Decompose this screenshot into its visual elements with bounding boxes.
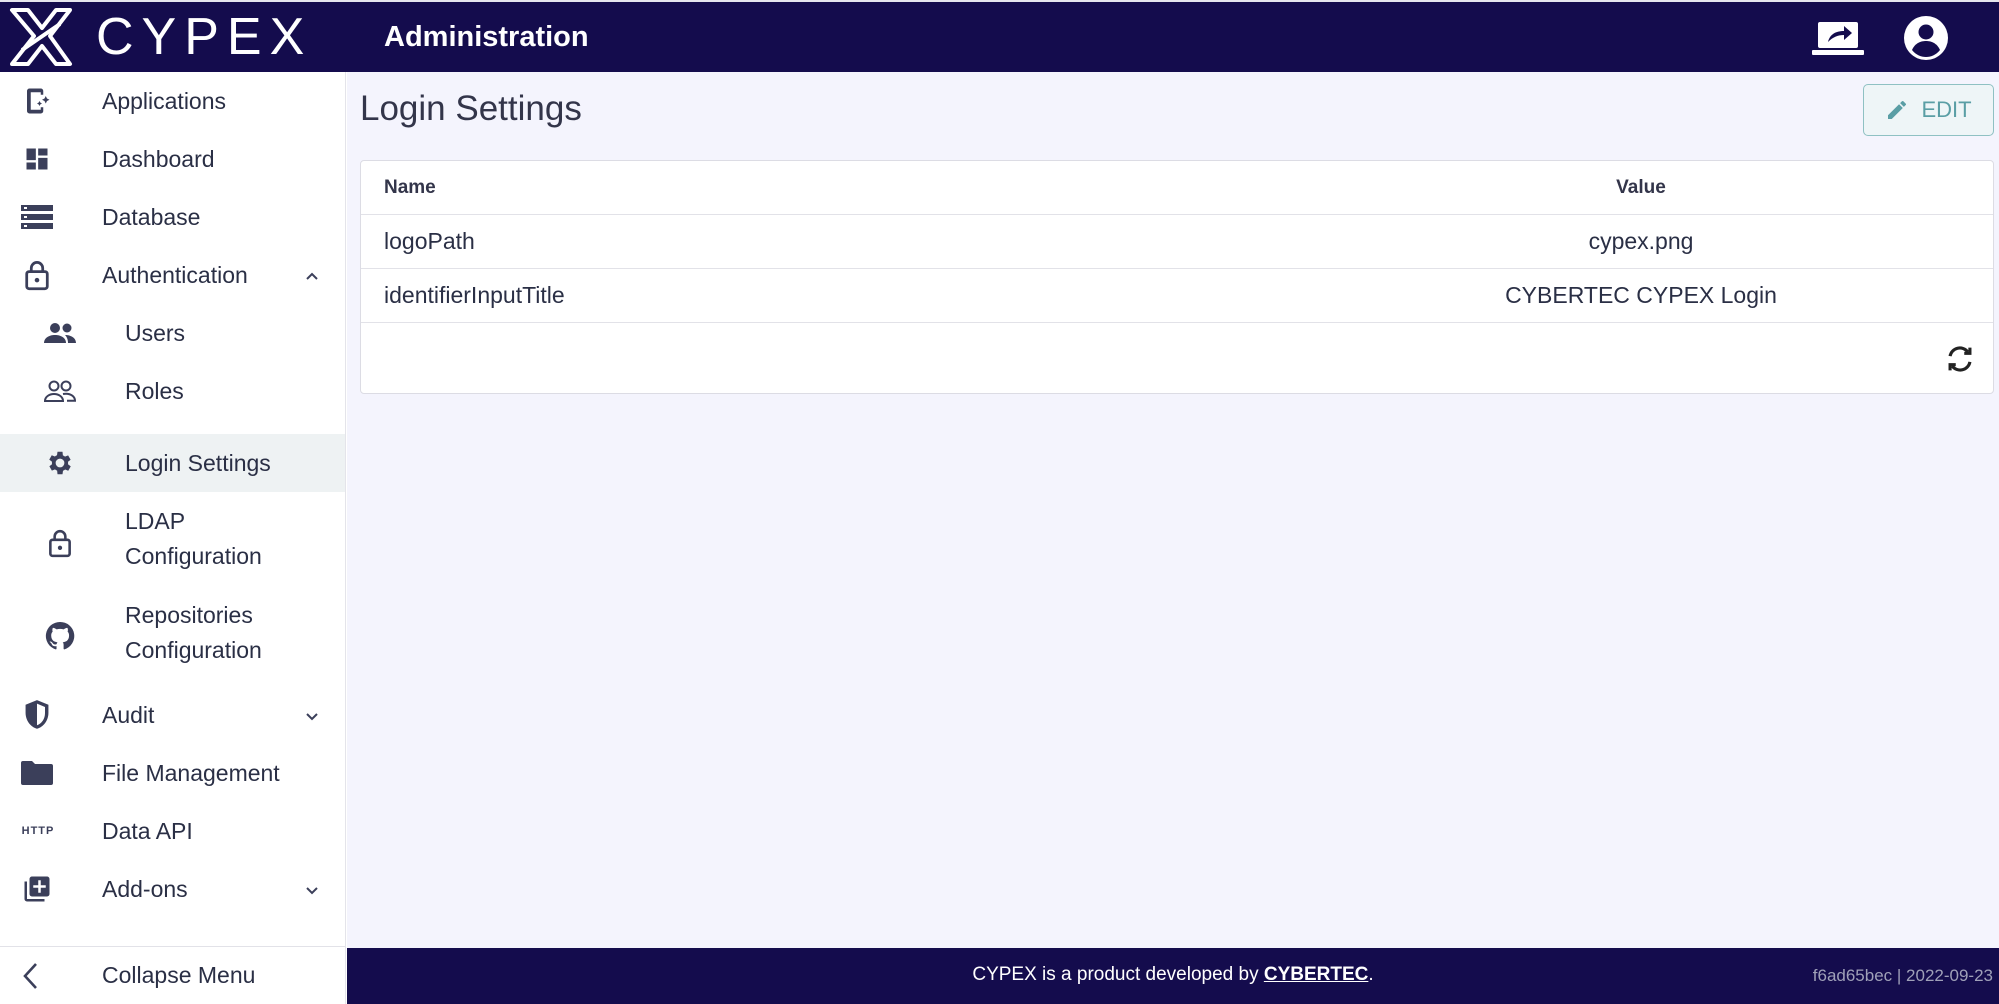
sidebar-item-label: Add-ons: [102, 876, 188, 902]
header-title: Administration: [384, 20, 589, 53]
sidebar-item-repositories-configuration[interactable]: Repositories Configuration: [0, 592, 345, 680]
pencil-icon: [1888, 100, 1907, 119]
edit-button[interactable]: EDIT: [1863, 84, 1994, 136]
table-row[interactable]: identifierInputTitle CYBERTEC CYPEX Logi…: [361, 269, 1993, 323]
cell-value: cypex.png: [1588, 228, 1694, 254]
settings-table: Name Value logoPath cypex.png identifier…: [360, 160, 1994, 394]
sidebar-divider: [0, 946, 345, 947]
sidebar-item-label-line1: LDAP: [125, 508, 186, 534]
footer-credit: CYPEX is a product developed by CYBERTEC…: [347, 964, 1999, 986]
column-header-value[interactable]: Value: [1241, 177, 1999, 199]
top-app-bar: CYPEX Administration: [0, 0, 1999, 72]
sidebar-item-dashboard[interactable]: Dashboard: [0, 130, 345, 188]
refresh-icon: [1948, 346, 1972, 372]
sidebar-item-login-settings[interactable]: Login Settings: [0, 434, 345, 492]
page-title: Login Settings: [360, 89, 582, 128]
cypex-x-logo-icon: [10, 8, 72, 66]
github-icon: [43, 619, 77, 653]
account-circle-icon[interactable]: [1898, 14, 1954, 62]
dashboard-icon: [20, 142, 54, 176]
sidebar-item-file-management[interactable]: File Management: [0, 744, 345, 802]
gear-icon: [43, 446, 77, 480]
app-add-icon: [20, 84, 54, 118]
sidebar-item-label: Users: [125, 320, 186, 346]
lock-icon: [20, 258, 54, 292]
sidebar-item-data-api[interactable]: HTTP Data API: [0, 802, 345, 860]
cell-name: logoPath: [384, 228, 475, 254]
sidebar-item-database[interactable]: Database: [0, 188, 345, 246]
table-row[interactable]: logoPath cypex.png: [361, 215, 1993, 269]
sidebar-item-label: Applications: [102, 88, 227, 114]
chevron-down-icon[interactable]: [302, 706, 322, 726]
shield-icon: [20, 698, 54, 732]
share-screen-icon[interactable]: [1810, 14, 1866, 62]
library-add-icon: [20, 872, 54, 906]
footer: CYPEX is a product developed by CYBERTEC…: [347, 948, 1999, 1004]
sidebar-item-label: Login Settings: [125, 450, 271, 476]
sidebar-item-label-line2: Configuration: [125, 637, 262, 663]
brand-name: CYPEX: [96, 8, 313, 66]
cell-value: CYBERTEC CYPEX Login: [1505, 282, 1777, 308]
lock-icon: [43, 526, 77, 560]
sidebar-item-users[interactable]: Users: [0, 304, 345, 362]
main-content: Login Settings EDIT Name Value logoPath …: [347, 72, 1999, 948]
sidebar-item-label: Dashboard: [102, 146, 215, 172]
sidebar-item-authentication[interactable]: Authentication: [0, 246, 345, 304]
people-outline-icon: [43, 374, 77, 408]
sidebar-item-label: Data API: [102, 818, 193, 844]
footer-suffix: .: [1368, 964, 1374, 985]
sidebar-item-label-line1: Repositories: [125, 602, 253, 628]
chevron-left-icon: [14, 959, 48, 993]
sidebar: Applications Dashboard Database Authenti…: [0, 72, 346, 1004]
cell-name: identifierInputTitle: [384, 282, 565, 308]
sidebar-item-add-ons[interactable]: Add-ons: [0, 860, 345, 918]
sidebar-item-label: Audit: [102, 702, 155, 728]
folder-icon: [20, 756, 54, 790]
version-label: f6ad65bec | 2022-09-23: [1812, 966, 1993, 985]
sidebar-item-label: Database: [102, 204, 201, 230]
database-list-icon: [20, 200, 54, 234]
footer-text: CYPEX is a product developed by: [972, 964, 1264, 985]
people-icon: [43, 316, 77, 350]
collapse-menu-button[interactable]: Collapse Menu: [0, 948, 345, 1004]
collapse-menu-label: Collapse Menu: [102, 962, 256, 988]
sidebar-item-label: File Management: [102, 760, 280, 786]
sidebar-item-audit[interactable]: Audit: [0, 686, 345, 744]
sidebar-item-label: Authentication: [102, 262, 248, 288]
sidebar-item-ldap-configuration[interactable]: LDAP Configuration: [0, 498, 345, 586]
refresh-button[interactable]: [1942, 341, 1978, 377]
chevron-down-icon[interactable]: [302, 880, 322, 900]
edit-button-label: EDIT: [1921, 97, 1972, 122]
column-header-name[interactable]: Name: [384, 177, 436, 199]
cybertec-link[interactable]: CYBERTEC: [1264, 964, 1369, 985]
sidebar-item-label-line2: Configuration: [125, 543, 262, 569]
http-icon: HTTP: [21, 825, 55, 837]
sidebar-item-label: Roles: [125, 378, 184, 404]
chevron-up-icon[interactable]: [302, 266, 322, 286]
sidebar-item-roles[interactable]: Roles: [0, 362, 345, 420]
sidebar-item-applications[interactable]: Applications: [0, 72, 345, 130]
brand[interactable]: CYPEX: [0, 2, 346, 72]
table-header-row: Name Value: [361, 161, 1993, 215]
